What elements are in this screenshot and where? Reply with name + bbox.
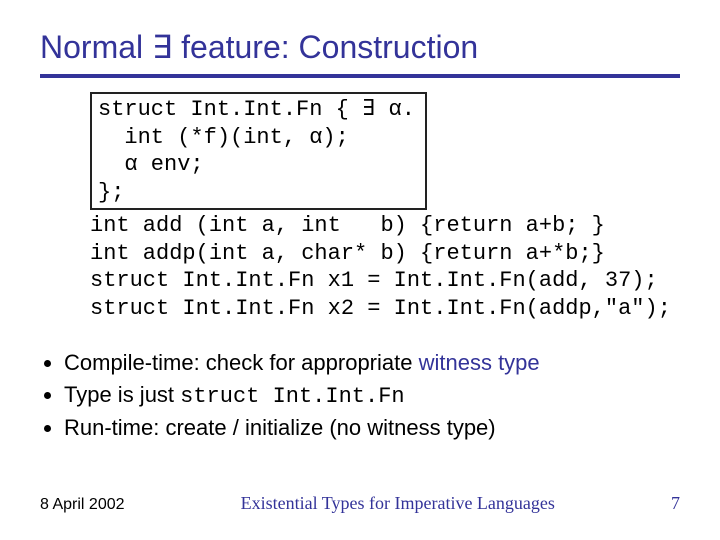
code-block: struct Int.Int.Fn { ∃ α. int (*f)(int, α…: [90, 92, 680, 322]
code-line-4: };: [98, 180, 124, 205]
footer: 8 April 2002 Existential Types for Imper…: [0, 493, 720, 514]
code-line-6: int addp(int a, char* b) {return a+*b;}: [90, 241, 605, 266]
code-line-7: struct Int.Int.Fn x1 = Int.Int.Fn(add, 3…: [90, 268, 658, 293]
footer-page: 7: [671, 493, 680, 514]
footer-title: Existential Types for Imperative Languag…: [125, 493, 671, 514]
code-line-2: int (*f)(int, α);: [98, 125, 349, 150]
bullet-3: Run-time: create / initialize (no witnes…: [64, 413, 680, 443]
code-struct-box: struct Int.Int.Fn { ∃ α. int (*f)(int, α…: [90, 92, 427, 210]
footer-date: 8 April 2002: [40, 496, 125, 514]
code-line-8: struct Int.Int.Fn x2 = Int.Int.Fn(addp,"…: [90, 296, 671, 321]
title-rule: [40, 74, 680, 78]
slide: Normal ∃ feature: Construction struct In…: [0, 0, 720, 540]
bullet-1: Compile-time: check for appropriate witn…: [64, 348, 680, 378]
code-line-1: struct Int.Int.Fn { ∃ α.: [98, 97, 415, 122]
bullet-1-prefix: Compile-time: check for appropriate: [64, 350, 419, 375]
code-line-5: int add (int a, int b) {return a+b; }: [90, 213, 605, 238]
bullet-list: Compile-time: check for appropriate witn…: [40, 348, 680, 443]
bullet-2-prefix: Type is just: [64, 382, 180, 407]
code-line-3: α env;: [98, 152, 204, 177]
bullet-1-witness: witness type: [419, 350, 540, 375]
slide-title: Normal ∃ feature: Construction: [40, 28, 680, 66]
bullet-2-code: struct Int.Int.Fn: [180, 384, 404, 409]
bullet-2: Type is just struct Int.Int.Fn: [64, 380, 680, 412]
